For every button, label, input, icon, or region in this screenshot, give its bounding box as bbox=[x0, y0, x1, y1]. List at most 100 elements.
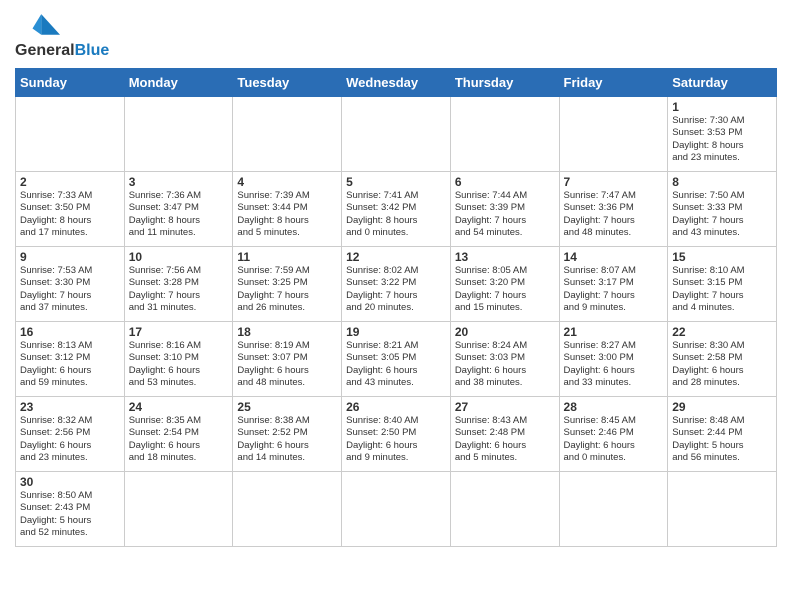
day-cell: 17Sunrise: 8:16 AM Sunset: 3:10 PM Dayli… bbox=[124, 322, 233, 397]
day-number: 23 bbox=[20, 400, 120, 414]
day-info: Sunrise: 8:21 AM Sunset: 3:05 PM Dayligh… bbox=[346, 340, 446, 389]
day-cell bbox=[559, 97, 668, 172]
day-info: Sunrise: 8:16 AM Sunset: 3:10 PM Dayligh… bbox=[129, 340, 229, 389]
generalblue-logo bbox=[15, 10, 65, 40]
day-cell: 19Sunrise: 8:21 AM Sunset: 3:05 PM Dayli… bbox=[342, 322, 451, 397]
day-info: Sunrise: 7:53 AM Sunset: 3:30 PM Dayligh… bbox=[20, 265, 120, 314]
day-number: 21 bbox=[564, 325, 664, 339]
day-cell: 23Sunrise: 8:32 AM Sunset: 2:56 PM Dayli… bbox=[16, 397, 125, 472]
week-row-1: 1Sunrise: 7:30 AM Sunset: 3:53 PM Daylig… bbox=[16, 97, 777, 172]
day-cell bbox=[16, 97, 125, 172]
day-cell: 3Sunrise: 7:36 AM Sunset: 3:47 PM Daylig… bbox=[124, 172, 233, 247]
day-number: 13 bbox=[455, 250, 555, 264]
weekday-header-tuesday: Tuesday bbox=[233, 69, 342, 97]
logo-area: GeneralBlue bbox=[15, 10, 109, 60]
logo-text: GeneralBlue bbox=[15, 42, 109, 60]
day-cell: 8Sunrise: 7:50 AM Sunset: 3:33 PM Daylig… bbox=[668, 172, 777, 247]
weekday-header-thursday: Thursday bbox=[450, 69, 559, 97]
day-number: 30 bbox=[20, 475, 120, 489]
day-info: Sunrise: 7:30 AM Sunset: 3:53 PM Dayligh… bbox=[672, 115, 772, 164]
day-info: Sunrise: 8:43 AM Sunset: 2:48 PM Dayligh… bbox=[455, 415, 555, 464]
day-cell: 12Sunrise: 8:02 AM Sunset: 3:22 PM Dayli… bbox=[342, 247, 451, 322]
day-cell: 11Sunrise: 7:59 AM Sunset: 3:25 PM Dayli… bbox=[233, 247, 342, 322]
day-info: Sunrise: 8:45 AM Sunset: 2:46 PM Dayligh… bbox=[564, 415, 664, 464]
day-cell bbox=[559, 472, 668, 547]
day-info: Sunrise: 8:05 AM Sunset: 3:20 PM Dayligh… bbox=[455, 265, 555, 314]
day-info: Sunrise: 7:50 AM Sunset: 3:33 PM Dayligh… bbox=[672, 190, 772, 239]
week-row-3: 9Sunrise: 7:53 AM Sunset: 3:30 PM Daylig… bbox=[16, 247, 777, 322]
day-info: Sunrise: 8:35 AM Sunset: 2:54 PM Dayligh… bbox=[129, 415, 229, 464]
day-info: Sunrise: 8:24 AM Sunset: 3:03 PM Dayligh… bbox=[455, 340, 555, 389]
day-cell: 4Sunrise: 7:39 AM Sunset: 3:44 PM Daylig… bbox=[233, 172, 342, 247]
day-number: 4 bbox=[237, 175, 337, 189]
day-cell: 18Sunrise: 8:19 AM Sunset: 3:07 PM Dayli… bbox=[233, 322, 342, 397]
day-cell bbox=[342, 97, 451, 172]
weekday-header-monday: Monday bbox=[124, 69, 233, 97]
day-cell: 14Sunrise: 8:07 AM Sunset: 3:17 PM Dayli… bbox=[559, 247, 668, 322]
day-info: Sunrise: 7:56 AM Sunset: 3:28 PM Dayligh… bbox=[129, 265, 229, 314]
day-info: Sunrise: 8:13 AM Sunset: 3:12 PM Dayligh… bbox=[20, 340, 120, 389]
day-number: 5 bbox=[346, 175, 446, 189]
day-number: 24 bbox=[129, 400, 229, 414]
day-number: 6 bbox=[455, 175, 555, 189]
day-cell bbox=[450, 472, 559, 547]
day-cell bbox=[342, 472, 451, 547]
day-info: Sunrise: 7:59 AM Sunset: 3:25 PM Dayligh… bbox=[237, 265, 337, 314]
day-cell: 7Sunrise: 7:47 AM Sunset: 3:36 PM Daylig… bbox=[559, 172, 668, 247]
day-cell: 13Sunrise: 8:05 AM Sunset: 3:20 PM Dayli… bbox=[450, 247, 559, 322]
day-info: Sunrise: 7:44 AM Sunset: 3:39 PM Dayligh… bbox=[455, 190, 555, 239]
day-info: Sunrise: 7:33 AM Sunset: 3:50 PM Dayligh… bbox=[20, 190, 120, 239]
day-info: Sunrise: 8:19 AM Sunset: 3:07 PM Dayligh… bbox=[237, 340, 337, 389]
day-number: 19 bbox=[346, 325, 446, 339]
day-cell: 28Sunrise: 8:45 AM Sunset: 2:46 PM Dayli… bbox=[559, 397, 668, 472]
day-cell: 16Sunrise: 8:13 AM Sunset: 3:12 PM Dayli… bbox=[16, 322, 125, 397]
day-info: Sunrise: 7:39 AM Sunset: 3:44 PM Dayligh… bbox=[237, 190, 337, 239]
day-number: 27 bbox=[455, 400, 555, 414]
day-number: 28 bbox=[564, 400, 664, 414]
day-cell: 10Sunrise: 7:56 AM Sunset: 3:28 PM Dayli… bbox=[124, 247, 233, 322]
weekday-header-wednesday: Wednesday bbox=[342, 69, 451, 97]
day-number: 26 bbox=[346, 400, 446, 414]
day-cell: 24Sunrise: 8:35 AM Sunset: 2:54 PM Dayli… bbox=[124, 397, 233, 472]
day-info: Sunrise: 8:32 AM Sunset: 2:56 PM Dayligh… bbox=[20, 415, 120, 464]
day-cell: 6Sunrise: 7:44 AM Sunset: 3:39 PM Daylig… bbox=[450, 172, 559, 247]
day-number: 22 bbox=[672, 325, 772, 339]
day-cell: 25Sunrise: 8:38 AM Sunset: 2:52 PM Dayli… bbox=[233, 397, 342, 472]
day-info: Sunrise: 7:36 AM Sunset: 3:47 PM Dayligh… bbox=[129, 190, 229, 239]
day-cell: 15Sunrise: 8:10 AM Sunset: 3:15 PM Dayli… bbox=[668, 247, 777, 322]
day-cell: 22Sunrise: 8:30 AM Sunset: 2:58 PM Dayli… bbox=[668, 322, 777, 397]
day-cell: 27Sunrise: 8:43 AM Sunset: 2:48 PM Dayli… bbox=[450, 397, 559, 472]
day-info: Sunrise: 8:27 AM Sunset: 3:00 PM Dayligh… bbox=[564, 340, 664, 389]
day-number: 3 bbox=[129, 175, 229, 189]
day-info: Sunrise: 8:10 AM Sunset: 3:15 PM Dayligh… bbox=[672, 265, 772, 314]
day-cell bbox=[124, 472, 233, 547]
day-info: Sunrise: 8:50 AM Sunset: 2:43 PM Dayligh… bbox=[20, 490, 120, 539]
day-info: Sunrise: 8:38 AM Sunset: 2:52 PM Dayligh… bbox=[237, 415, 337, 464]
day-cell bbox=[668, 472, 777, 547]
day-number: 12 bbox=[346, 250, 446, 264]
day-cell bbox=[233, 472, 342, 547]
day-cell: 9Sunrise: 7:53 AM Sunset: 3:30 PM Daylig… bbox=[16, 247, 125, 322]
day-cell: 21Sunrise: 8:27 AM Sunset: 3:00 PM Dayli… bbox=[559, 322, 668, 397]
day-number: 17 bbox=[129, 325, 229, 339]
day-cell: 20Sunrise: 8:24 AM Sunset: 3:03 PM Dayli… bbox=[450, 322, 559, 397]
day-number: 25 bbox=[237, 400, 337, 414]
day-info: Sunrise: 8:30 AM Sunset: 2:58 PM Dayligh… bbox=[672, 340, 772, 389]
day-number: 1 bbox=[672, 100, 772, 114]
day-cell: 5Sunrise: 7:41 AM Sunset: 3:42 PM Daylig… bbox=[342, 172, 451, 247]
day-cell bbox=[233, 97, 342, 172]
day-number: 7 bbox=[564, 175, 664, 189]
day-number: 10 bbox=[129, 250, 229, 264]
day-info: Sunrise: 8:07 AM Sunset: 3:17 PM Dayligh… bbox=[564, 265, 664, 314]
day-info: Sunrise: 7:47 AM Sunset: 3:36 PM Dayligh… bbox=[564, 190, 664, 239]
day-info: Sunrise: 7:41 AM Sunset: 3:42 PM Dayligh… bbox=[346, 190, 446, 239]
day-cell bbox=[124, 97, 233, 172]
week-row-2: 2Sunrise: 7:33 AM Sunset: 3:50 PM Daylig… bbox=[16, 172, 777, 247]
day-cell: 26Sunrise: 8:40 AM Sunset: 2:50 PM Dayli… bbox=[342, 397, 451, 472]
week-row-6: 30Sunrise: 8:50 AM Sunset: 2:43 PM Dayli… bbox=[16, 472, 777, 547]
day-number: 29 bbox=[672, 400, 772, 414]
day-number: 16 bbox=[20, 325, 120, 339]
header: GeneralBlue bbox=[15, 10, 777, 60]
week-row-5: 23Sunrise: 8:32 AM Sunset: 2:56 PM Dayli… bbox=[16, 397, 777, 472]
day-info: Sunrise: 8:02 AM Sunset: 3:22 PM Dayligh… bbox=[346, 265, 446, 314]
